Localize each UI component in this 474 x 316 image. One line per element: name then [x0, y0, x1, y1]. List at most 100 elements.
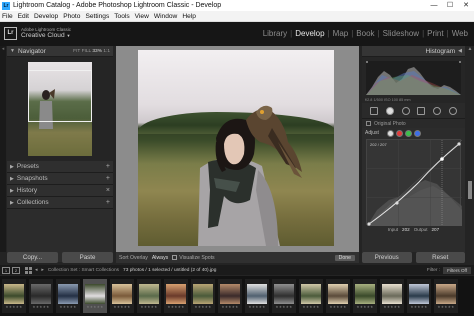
filmstrip-count[interactable]: 73 photos / 1 selected / untitled (2 of …: [123, 268, 216, 273]
paste-button[interactable]: Paste: [62, 252, 113, 263]
module-book[interactable]: Book: [356, 29, 374, 38]
maximize-icon[interactable]: ☐: [442, 0, 458, 11]
visualize-spots-checkbox[interactable]: [172, 255, 178, 260]
module-separator: |: [327, 29, 330, 38]
filmstrip-thumbnail[interactable]: ★★★★★: [299, 279, 323, 313]
red-eye-icon[interactable]: [401, 106, 410, 115]
filmstrip-thumbnail[interactable]: ★★★★★: [110, 279, 134, 313]
thumbnail-rating: ★★★★★: [383, 304, 401, 309]
thumbnail-rating: ★★★★★: [410, 304, 428, 309]
previous-button[interactable]: Previous: [362, 252, 412, 263]
filmstrip-thumbnail[interactable]: ★★★★★: [164, 279, 188, 313]
filmstrip-thumbnail[interactable]: ★★★★★: [434, 279, 458, 313]
zoom-1to1[interactable]: 1:1: [103, 49, 110, 54]
filmstrip-thumbnail[interactable]: ★★★★★: [83, 279, 107, 313]
thumbnail-rating: ★★★★★: [248, 304, 266, 309]
original-photo-checkbox[interactable]: [366, 121, 371, 126]
thumbnail-image: [247, 283, 267, 304]
histogram[interactable]: f/2.8 1/500 ISO 100 85 mm: [362, 57, 465, 103]
channel-green-icon[interactable]: [404, 129, 412, 137]
identity-text[interactable]: Adobe Lightroom Classic Creative Cloud ▼: [21, 27, 71, 39]
main-photo[interactable]: [138, 50, 334, 246]
zoom-fill[interactable]: FILL: [82, 49, 91, 54]
overlay-dropdown[interactable]: Always: [152, 255, 168, 261]
close-icon[interactable]: ×: [106, 187, 110, 194]
filmstrip-source[interactable]: Collection Set : Smart Collections: [48, 268, 119, 273]
menu-view[interactable]: View: [135, 13, 149, 20]
visualize-spots-label: Visualize Spots: [179, 254, 215, 261]
scroll-thumb[interactable]: [468, 181, 472, 199]
filmstrip-thumbnail[interactable]: ★★★★★: [2, 279, 26, 313]
channel-blue-icon[interactable]: [413, 129, 421, 137]
thumbnail-image: [355, 283, 375, 304]
panel-history[interactable]: ▶ History ×: [7, 185, 113, 197]
filmstrip-thumbnail[interactable]: ★★★★★: [326, 279, 350, 313]
menu-settings[interactable]: Settings: [85, 13, 109, 20]
spot-removal-icon[interactable]: [385, 106, 394, 115]
filmstrip-thumbnail[interactable]: ★★★★★: [272, 279, 296, 313]
forward-arrow-icon[interactable]: ▸: [41, 268, 43, 273]
module-web[interactable]: Web: [452, 29, 468, 38]
menu-help[interactable]: Help: [182, 13, 196, 20]
right-panel-scrollbar[interactable]: ▲: [467, 46, 473, 252]
close-icon[interactable]: ✕: [458, 0, 474, 11]
module-slideshow[interactable]: Slideshow: [383, 29, 419, 38]
develop-toolbar: Sort Overlay Always Visualize Spots Done: [116, 252, 359, 263]
minimize-icon[interactable]: —: [426, 0, 442, 11]
filmstrip-thumbnail[interactable]: ★★★★★: [191, 279, 215, 313]
original-photo-toggle[interactable]: Original Photo: [362, 119, 465, 128]
module-library[interactable]: Library: [263, 29, 287, 38]
copy-button[interactable]: Copy...: [7, 252, 58, 263]
radial-filter-icon[interactable]: [433, 106, 442, 115]
app-icon: Lr: [2, 1, 10, 10]
navigator-preview[interactable]: [7, 57, 113, 161]
filmstrip-thumbnail[interactable]: ★★★★★: [353, 279, 377, 313]
filter-dropdown[interactable]: Filters Off: [443, 266, 471, 274]
add-icon[interactable]: +: [106, 199, 110, 206]
grid-view-icon[interactable]: [25, 266, 32, 274]
navigator-title: Navigator: [17, 47, 46, 55]
add-icon[interactable]: +: [106, 175, 110, 182]
filmstrip-thumbnail[interactable]: ★★★★★: [218, 279, 242, 313]
monitor-2-icon[interactable]: 2: [12, 266, 20, 274]
loupe-view[interactable]: [116, 46, 359, 252]
menu-develop[interactable]: Develop: [34, 13, 58, 20]
panel-snapshots[interactable]: ▶ Snapshots +: [7, 173, 113, 185]
channel-red-icon[interactable]: [395, 129, 403, 137]
menu-window[interactable]: Window: [154, 13, 177, 20]
filmstrip-thumbnail[interactable]: ★★★★★: [29, 279, 53, 313]
filmstrip-thumbnail[interactable]: ★★★★★: [137, 279, 161, 313]
module-map[interactable]: Map: [333, 29, 349, 38]
panel-collections[interactable]: ▶ Collections +: [7, 197, 113, 209]
done-button[interactable]: Done: [334, 254, 355, 261]
channel-rgb-icon[interactable]: [386, 129, 394, 137]
right-panel-buttons: Previous Reset: [362, 252, 465, 264]
filmstrip-thumbnail[interactable]: ★★★★★: [56, 279, 80, 313]
panel-presets[interactable]: ▶ Presets +: [7, 161, 113, 173]
navigator-viewport-box[interactable]: [28, 70, 92, 122]
filmstrip-thumbnail[interactable]: ★★★★★: [245, 279, 269, 313]
crop-icon[interactable]: [369, 106, 378, 115]
navigator-header[interactable]: ▼ Navigator FIT FILL 33% 1:1: [7, 46, 113, 57]
back-arrow-icon[interactable]: ◂: [35, 268, 37, 273]
left-panel-collapse-strip[interactable]: ◂: [0, 46, 6, 252]
module-print[interactable]: Print: [427, 29, 443, 38]
reset-button[interactable]: Reset: [415, 252, 465, 263]
menu-photo[interactable]: Photo: [63, 13, 80, 20]
menu-edit[interactable]: Edit: [18, 13, 29, 20]
brush-icon[interactable]: [449, 106, 458, 115]
filmstrip-thumbnail[interactable]: ★★★★★: [407, 279, 431, 313]
tone-curve-graph[interactable]: 202 / 207: [366, 139, 463, 227]
zoom-fit[interactable]: FIT: [73, 49, 80, 54]
monitor-1-icon[interactable]: 1: [2, 266, 10, 274]
identity-line2: Creative Cloud: [21, 32, 65, 39]
zoom-33[interactable]: 33%: [92, 49, 102, 54]
menu-tools[interactable]: Tools: [114, 13, 129, 20]
graduated-filter-icon[interactable]: [417, 106, 426, 115]
histogram-header[interactable]: Histogram ◀: [362, 46, 465, 57]
add-icon[interactable]: +: [106, 163, 110, 170]
filmstrip-thumbnail[interactable]: ★★★★★: [380, 279, 404, 313]
menu-file[interactable]: File: [2, 13, 13, 20]
scroll-up-icon[interactable]: ▲: [467, 46, 473, 53]
module-develop[interactable]: Develop: [295, 29, 324, 38]
